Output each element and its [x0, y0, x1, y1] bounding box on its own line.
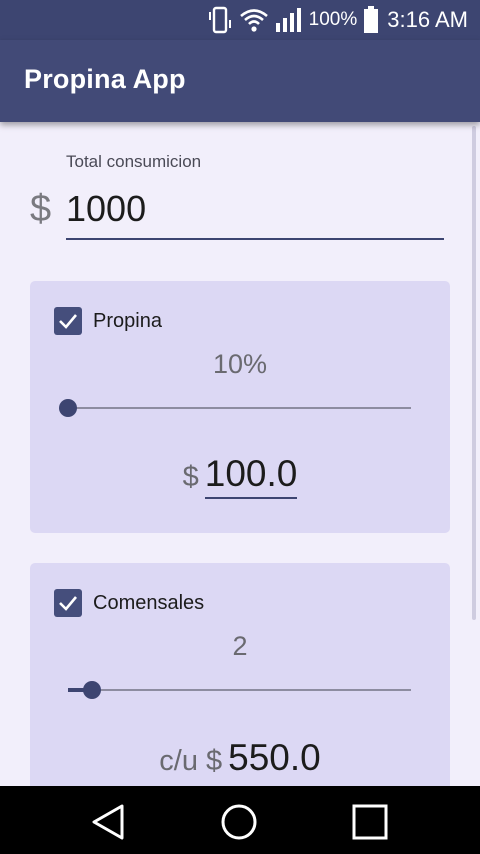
app-bar: Propina App — [0, 40, 480, 122]
diners-card: Comensales 2 c/u $ 550.0 — [30, 563, 450, 786]
total-label: Total consumicion — [66, 152, 202, 171]
navigation-bar — [0, 786, 480, 854]
tip-amount-prefix: $ — [182, 461, 199, 493]
wifi-icon — [239, 7, 269, 33]
tip-checkbox[interactable] — [54, 307, 82, 335]
tip-percent-value: 10% — [212, 349, 268, 379]
diners-checkbox-label[interactable]: Comensales — [93, 592, 204, 615]
total-currency-symbol: $ — [30, 188, 52, 230]
diners-amount-prefix: c/u $ — [159, 745, 223, 777]
vibrate-icon — [207, 6, 233, 34]
back-button[interactable] — [88, 802, 128, 842]
signal-icon — [275, 7, 303, 33]
tip-slider[interactable] — [68, 407, 411, 409]
tip-slider-thumb[interactable] — [59, 399, 77, 417]
diners-amount-row: c/u $ 550.0 — [30, 737, 450, 779]
home-circle-icon — [221, 804, 257, 840]
scrollbar[interactable] — [472, 126, 476, 620]
tip-checkbox-label[interactable]: Propina — [93, 310, 162, 333]
recent-apps-button[interactable] — [350, 802, 390, 842]
tip-amount-input[interactable]: 100.0 — [204, 453, 298, 499]
diners-count-value: 2 — [232, 631, 248, 661]
status-icons: 100% 3:16 AM — [207, 6, 468, 34]
checkmark-icon — [59, 596, 77, 611]
battery-icon — [363, 6, 379, 34]
tip-amount-row: $ 100.0 — [30, 453, 450, 499]
diners-slider-thumb[interactable] — [83, 681, 101, 699]
main-content[interactable]: Total consumicion $ 1000 Propina 10% $ 1… — [0, 122, 480, 786]
status-bar: 100% 3:16 AM — [0, 0, 480, 40]
tip-card: Propina 10% $ 100.0 — [30, 281, 450, 533]
diners-checkbox[interactable] — [54, 589, 82, 617]
home-button[interactable] — [219, 802, 259, 842]
battery-percent: 100% — [308, 9, 358, 30]
recent-apps-square-icon — [352, 804, 388, 840]
checkmark-icon — [59, 314, 77, 329]
app-title: Propina App — [24, 64, 186, 94]
diners-amount-value: 550.0 — [228, 737, 321, 778]
diners-slider[interactable] — [68, 689, 411, 691]
total-input[interactable]: 1000 — [66, 188, 444, 240]
status-clock: 3:16 AM — [387, 7, 468, 32]
back-triangle-icon — [92, 804, 124, 840]
